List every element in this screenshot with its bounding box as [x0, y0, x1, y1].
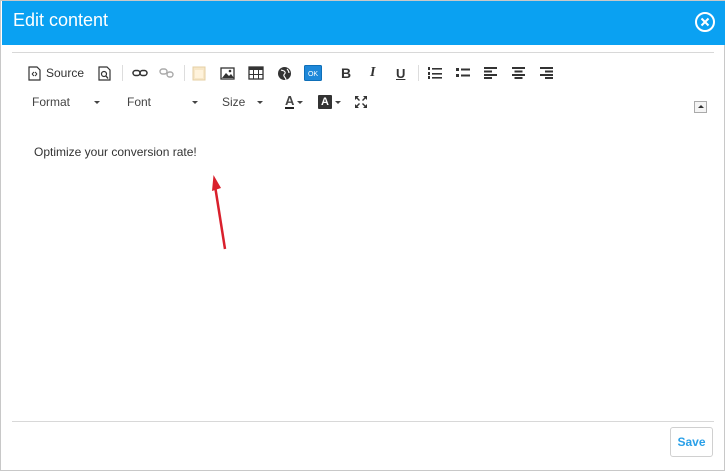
ok-label: OK [308, 71, 318, 78]
paste-icon [192, 66, 206, 81]
ok-button-widget[interactable]: OK [304, 63, 322, 83]
link-button[interactable] [132, 63, 148, 83]
numbered-list-icon [428, 67, 442, 79]
toolbar-separator [122, 65, 123, 81]
source-icon [28, 65, 41, 81]
preview-icon [98, 65, 111, 81]
dialog-title: Edit content [13, 10, 109, 30]
text-color-button[interactable]: A [285, 91, 304, 113]
underline-icon: U [396, 65, 406, 81]
ok-button-icon: OK [304, 65, 322, 81]
chevron-down-icon [335, 100, 341, 104]
image-icon [220, 66, 235, 80]
close-button[interactable] [694, 11, 716, 33]
font-label: Font [127, 95, 152, 109]
rich-text-editor: Source OK B I U Format Font Size A A Opt… [12, 52, 714, 422]
annotation-arrow-icon [212, 175, 227, 250]
collapse-toolbar-button[interactable] [694, 101, 707, 113]
maximize-button[interactable] [354, 91, 368, 113]
preview-button[interactable] [98, 63, 111, 83]
table-icon [248, 66, 264, 80]
align-right-icon [540, 67, 553, 79]
source-label: Source [46, 66, 85, 80]
dialog-titlebar: Edit content [2, 1, 725, 45]
numbered-list-button[interactable] [428, 63, 442, 83]
format-dropdown[interactable]: Format [32, 91, 112, 113]
background-color-icon: A [318, 95, 332, 109]
chevron-down-icon [94, 100, 101, 104]
globe-icon [278, 66, 291, 80]
maximize-icon [355, 96, 367, 108]
bold-icon: B [341, 65, 352, 81]
font-dropdown[interactable]: Font [127, 91, 207, 113]
globe-button[interactable] [277, 63, 292, 83]
align-center-icon [512, 67, 525, 79]
editor-content-text[interactable]: Optimize your conversion rate! [34, 145, 197, 159]
align-right-button[interactable] [540, 63, 553, 83]
toolbar-row-1: Source OK B I U [28, 63, 708, 83]
save-button[interactable]: Save [670, 427, 713, 457]
italic-icon: I [370, 65, 376, 80]
unlink-button[interactable] [159, 63, 175, 83]
size-label: Size [222, 95, 246, 109]
toolbar-separator [184, 65, 185, 81]
text-color-icon: A [285, 93, 295, 109]
source-button[interactable]: Source [28, 63, 84, 83]
align-left-button[interactable] [484, 63, 497, 83]
bulleted-list-icon [456, 68, 470, 77]
align-left-icon [484, 67, 497, 79]
align-center-button[interactable] [512, 63, 525, 83]
toolbar-row-2: Format Font Size A A [12, 91, 714, 113]
paste-button[interactable] [192, 63, 206, 83]
link-icon [132, 69, 148, 77]
size-dropdown[interactable]: Size [222, 91, 272, 113]
chevron-down-icon [297, 100, 304, 104]
toolbar-separator [418, 65, 419, 81]
format-label: Format [32, 95, 71, 109]
image-button[interactable] [220, 63, 235, 83]
chevron-down-icon [192, 100, 199, 104]
edit-content-dialog: Edit content Source OK B I U Format Font… [0, 0, 725, 471]
bulleted-list-button[interactable] [456, 63, 470, 83]
bold-button[interactable]: B [341, 63, 351, 83]
background-color-button[interactable]: A [318, 91, 341, 113]
table-button[interactable] [248, 63, 264, 83]
close-icon [695, 12, 715, 32]
chevron-down-icon [257, 100, 264, 104]
unlink-icon [159, 68, 174, 78]
editor-content-area[interactable]: Optimize your conversion rate! [12, 125, 714, 421]
underline-button[interactable]: U [396, 63, 405, 83]
italic-button[interactable]: I [370, 63, 375, 83]
